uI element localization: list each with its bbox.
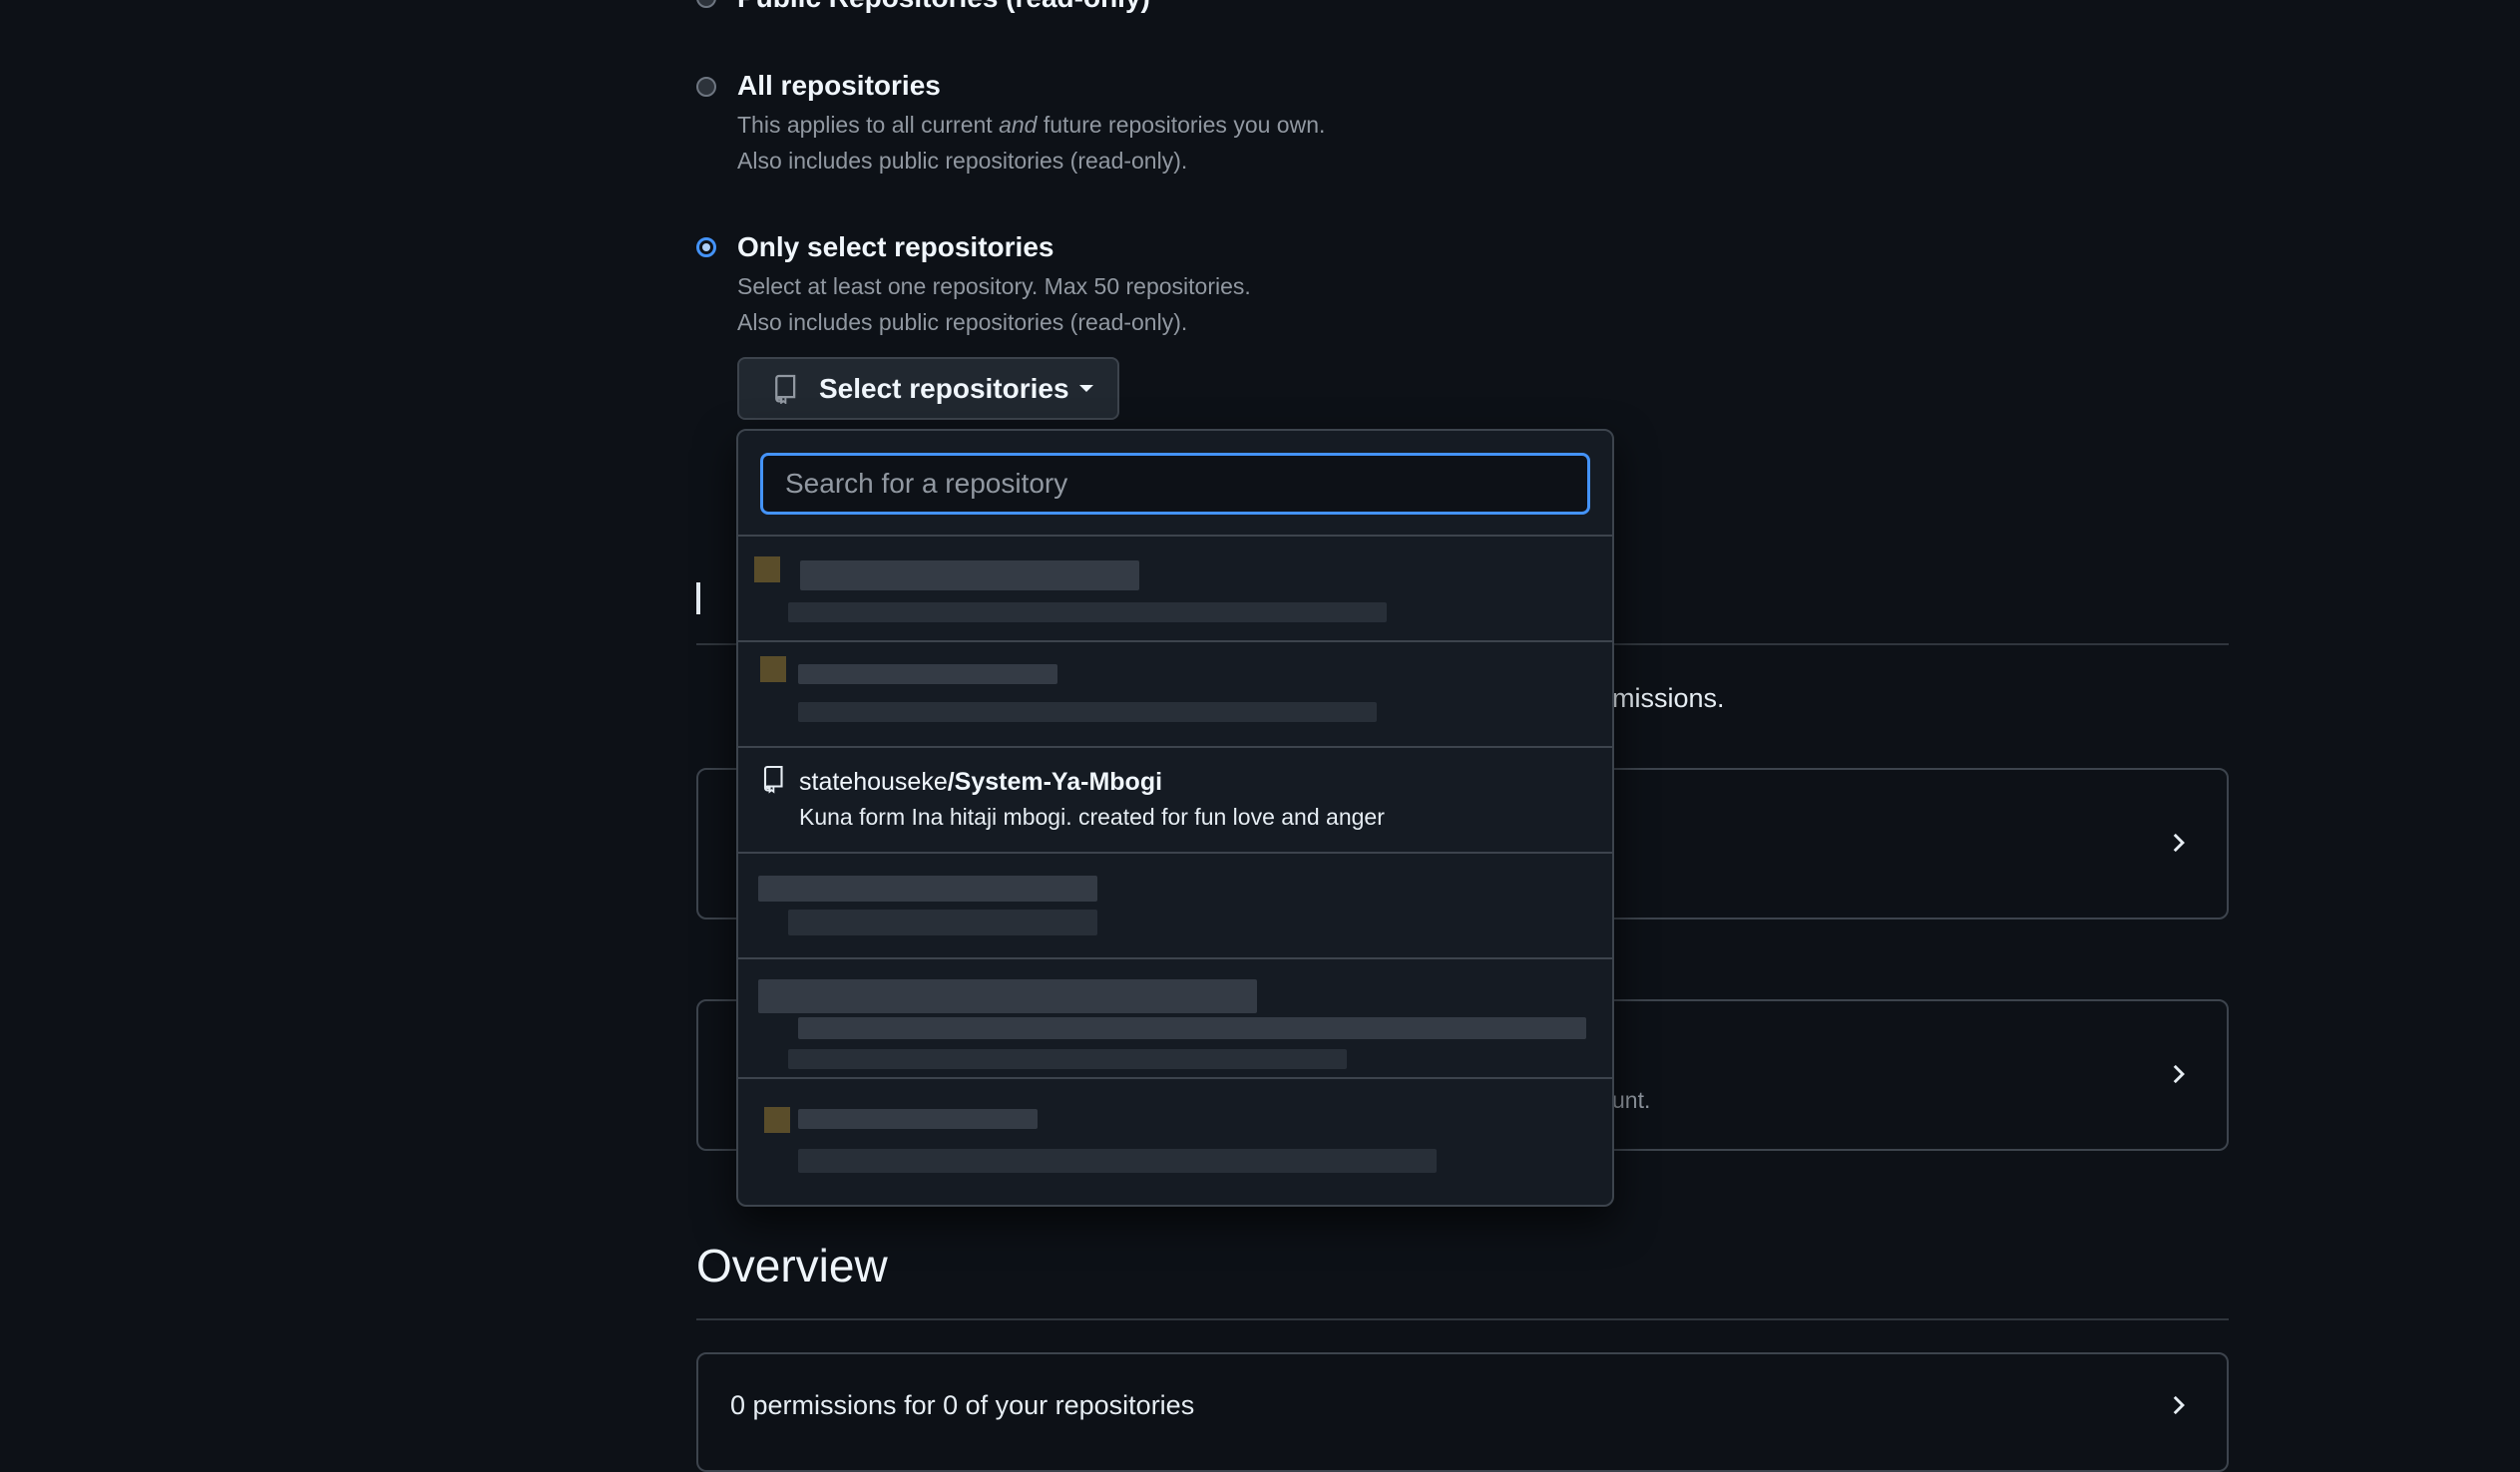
repo-item-redacted[interactable] [738,959,1612,1079]
redacted-desc [798,702,1377,722]
overview-title: Overview [696,1240,888,1291]
repo-item-redacted[interactable] [738,1079,1612,1205]
repo-name: /System-Ya-Mbogi [947,768,1163,796]
repo-icon [763,765,783,794]
redacted-desc [798,1149,1437,1173]
overview-summary-card[interactable]: 0 permissions for 0 of your repositories [696,1352,2229,1472]
repo-item-redacted[interactable] [738,537,1612,642]
redacted-avatar [754,556,780,582]
desc-prefix: This applies to all current [737,112,1000,138]
chevron-right-icon [2173,1064,2185,1084]
option-all-title: All repositories [737,70,941,101]
search-input[interactable] [760,453,1590,515]
desc-suffix: future repositories you own. [1037,112,1326,138]
redacted-avatar [760,656,786,682]
select-repositories-button[interactable]: Select repositories [737,357,1119,420]
repo-item-system-ya-mbogi[interactable]: statehouseke/System-Ya-Mbogi Kuna form I… [738,748,1612,854]
search-container [738,431,1612,537]
repo-description: Kuna form Ina hitaji mbogi. created for … [799,804,1385,830]
repo-item-redacted[interactable] [738,642,1612,748]
overview-summary-text: 0 permissions for 0 of your repositories [730,1390,1195,1420]
redacted-name [758,979,1257,1013]
account-desc-fragment: unt. [1612,1087,1651,1113]
repo-icon [775,374,796,404]
repo-owner: statehouseke [799,768,948,796]
redacted-avatar [764,1107,790,1133]
radio-all-repositories[interactable] [696,77,716,97]
chevron-right-icon [2173,1395,2185,1415]
caret-down-icon [1078,385,1093,392]
redacted-desc [788,602,1387,622]
select-repositories-label: Select repositories [819,372,1069,404]
permissions-desc-fragment: missions. [1612,683,1725,713]
option-select-title: Only select repositories [737,231,1054,262]
radio-public-repositories[interactable] [696,0,716,8]
desc-em: and [999,112,1038,138]
radio-only-select[interactable] [696,237,716,257]
redacted-desc [798,1017,1586,1039]
redacted-name [798,664,1057,684]
redacted-name [758,876,1097,902]
redacted-name [800,560,1139,590]
overview-divider [696,1318,2229,1320]
option-select-desc1: Select at least one repository. Max 50 r… [737,273,1251,299]
option-select-desc2: Also includes public repositories (read-… [737,309,1188,335]
option-all-desc: This applies to all current and future r… [737,112,1325,139]
permissions-heading-fragment [696,578,736,618]
option-all-desc2: Also includes public repositories (read-… [737,148,1188,174]
redacted-desc [788,1049,1347,1069]
redacted-name [798,1109,1038,1129]
repo-item-redacted[interactable] [738,854,1612,959]
repo-full-name: statehouseke/System-Ya-Mbogi [799,768,1162,797]
redacted-desc [788,910,1097,935]
chevron-right-icon [2173,833,2185,853]
option-public-title: Public Repositories (read-only) [737,0,1150,14]
repository-select-dropdown: statehouseke/System-Ya-Mbogi Kuna form I… [736,429,1614,1207]
